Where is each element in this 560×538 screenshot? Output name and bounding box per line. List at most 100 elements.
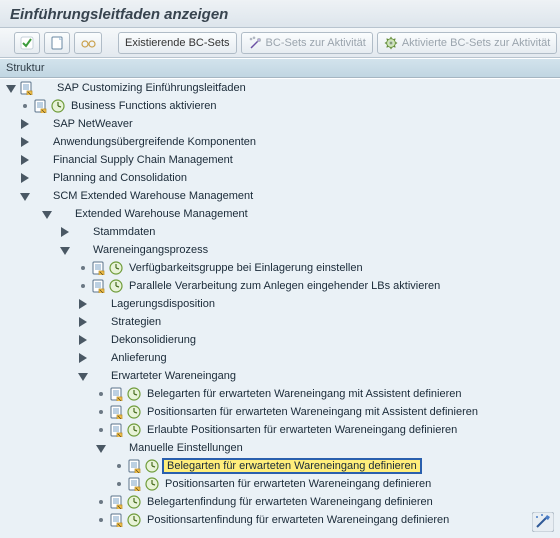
tree-label: Positionsartenfindung für erwarteten War…	[144, 513, 452, 527]
doc-note-icon[interactable]	[32, 98, 48, 114]
tree-row[interactable]: Anwendungsübergreifende Komponenten	[0, 133, 560, 151]
expand-handle[interactable]	[76, 351, 90, 365]
activity-icon[interactable]	[50, 98, 66, 114]
tree-row[interactable]: Erwarteter Wareneingang	[0, 367, 560, 385]
tree-label: Positionsarten für erwarteten Wareneinga…	[144, 405, 481, 419]
tree-row[interactable]: Belegartenfindung für erwarteten Warenei…	[0, 493, 560, 511]
tree-label: Anwendungsübergreifende Komponenten	[50, 135, 259, 149]
tree-row[interactable]: Planning and Consolidation	[0, 169, 560, 187]
tree-row[interactable]: Positionsartenfindung für erwarteten War…	[0, 511, 560, 529]
bcsets-activity-button[interactable]: BC-Sets zur Aktivität	[241, 32, 373, 54]
bullet	[112, 459, 126, 473]
activity-icon[interactable]	[126, 512, 142, 528]
expand-handle[interactable]	[76, 297, 90, 311]
activity-icon[interactable]	[144, 458, 160, 474]
expand-handle[interactable]	[18, 117, 32, 131]
bullet	[18, 99, 32, 113]
check-button[interactable]	[14, 32, 40, 54]
tree-row[interactable]: Stammdaten	[0, 223, 560, 241]
existing-bcsets-button[interactable]: Existierende BC-Sets	[118, 32, 237, 54]
tree-row[interactable]: Positionsarten für erwarteten Wareneinga…	[0, 403, 560, 421]
tree-label: Anlieferung	[108, 351, 170, 365]
expand-handle[interactable]	[40, 207, 54, 221]
activity-icon[interactable]	[126, 386, 142, 402]
tree-row[interactable]: Erlaubte Positionsarten für erwarteten W…	[0, 421, 560, 439]
page-title: Einführungsleitfaden anzeigen	[10, 6, 550, 23]
tree-label: Stammdaten	[90, 225, 158, 239]
doc-note-icon[interactable]	[90, 278, 106, 294]
panel-header: Struktur	[0, 58, 560, 78]
tree-label: Dekonsolidierung	[108, 333, 199, 347]
bcsets-activity-label: BC-Sets zur Aktivität	[266, 37, 366, 49]
tree-row[interactable]: SAP NetWeaver	[0, 115, 560, 133]
tree-row[interactable]: Business Functions aktivieren	[0, 97, 560, 115]
expand-handle[interactable]	[18, 171, 32, 185]
expand-handle[interactable]	[18, 135, 32, 149]
activity-icon[interactable]	[126, 422, 142, 438]
tree-row[interactable]: Parallele Verarbeitung zum Anlegen einge…	[0, 277, 560, 295]
activity-icon[interactable]	[126, 404, 142, 420]
doc-note-icon[interactable]	[108, 494, 124, 510]
tree-row[interactable]: Manuelle Einstellungen	[0, 439, 560, 457]
bullet	[94, 405, 108, 419]
bullet	[76, 279, 90, 293]
tree-row[interactable]: Positionsarten für erwarteten Wareneinga…	[0, 475, 560, 493]
tree-label: Planning and Consolidation	[50, 171, 190, 185]
tree-label: Wareneingangsprozess	[90, 243, 211, 257]
expand-handle[interactable]	[4, 81, 18, 95]
doc-note-icon[interactable]	[126, 476, 142, 492]
check-icon	[20, 36, 34, 50]
doc-note-icon[interactable]	[108, 386, 124, 402]
expand-handle[interactable]	[18, 153, 32, 167]
wand-badge-icon[interactable]	[532, 512, 554, 532]
tree-row[interactable]: Extended Warehouse Management	[0, 205, 560, 223]
tree-row[interactable]: SCM Extended Warehouse Management	[0, 187, 560, 205]
bullet	[94, 387, 108, 401]
glasses-button[interactable]	[74, 32, 102, 54]
tree-row[interactable]: Financial Supply Chain Management	[0, 151, 560, 169]
bullet	[94, 495, 108, 509]
document-button[interactable]	[44, 32, 70, 54]
expand-handle[interactable]	[58, 243, 72, 257]
tree-row[interactable]: Anlieferung	[0, 349, 560, 367]
doc-note-icon[interactable]	[108, 422, 124, 438]
activity-icon[interactable]	[108, 260, 124, 276]
tree-row[interactable]: Wareneingangsprozess	[0, 241, 560, 259]
tree-row-selected[interactable]: Belegarten für erwarteten Wareneingang d…	[0, 457, 560, 475]
activity-icon[interactable]	[144, 476, 160, 492]
expand-handle[interactable]	[94, 441, 108, 455]
gear-icon	[384, 36, 398, 50]
doc-note-icon[interactable]	[126, 458, 142, 474]
activity-icon[interactable]	[108, 278, 124, 294]
tree-row-root[interactable]: SAP Customizing Einführungsleitfaden	[0, 79, 560, 97]
expand-handle[interactable]	[76, 369, 90, 383]
tree-label-selected: Belegarten für erwarteten Wareneingang d…	[162, 458, 422, 474]
wand-icon	[248, 36, 262, 50]
tree-label: SAP Customizing Einführungsleitfaden	[54, 81, 249, 95]
bullet	[94, 513, 108, 527]
expand-handle[interactable]	[18, 189, 32, 203]
tree-row[interactable]: Dekonsolidierung	[0, 331, 560, 349]
existing-bcsets-label: Existierende BC-Sets	[125, 37, 230, 49]
tree-label: Financial Supply Chain Management	[50, 153, 236, 167]
tree-row[interactable]: Belegarten für erwarteten Wareneingang m…	[0, 385, 560, 403]
doc-note-icon[interactable]	[108, 404, 124, 420]
title-bar: Einführungsleitfaden anzeigen	[0, 0, 560, 28]
expand-handle[interactable]	[76, 333, 90, 347]
glasses-icon	[80, 36, 96, 50]
doc-note-icon[interactable]	[108, 512, 124, 528]
doc-note-icon[interactable]	[90, 260, 106, 276]
activated-bcsets-button[interactable]: Aktivierte BC-Sets zur Aktivität	[377, 32, 558, 54]
activated-bcsets-label: Aktivierte BC-Sets zur Aktivität	[402, 37, 551, 49]
tree-label: Business Functions aktivieren	[68, 99, 220, 113]
expand-handle[interactable]	[58, 225, 72, 239]
tree-row[interactable]: Strategien	[0, 313, 560, 331]
doc-note-icon[interactable]	[18, 80, 34, 96]
tree: SAP Customizing Einführungsleitfaden Bus…	[0, 78, 560, 538]
activity-icon[interactable]	[126, 494, 142, 510]
expand-handle[interactable]	[76, 315, 90, 329]
tree-row[interactable]: Verfügbarkeitsgruppe bei Einlagerung ein…	[0, 259, 560, 277]
tree-row[interactable]: Lagerungsdisposition	[0, 295, 560, 313]
bullet	[112, 477, 126, 491]
tree-label: Erwarteter Wareneingang	[108, 369, 239, 383]
